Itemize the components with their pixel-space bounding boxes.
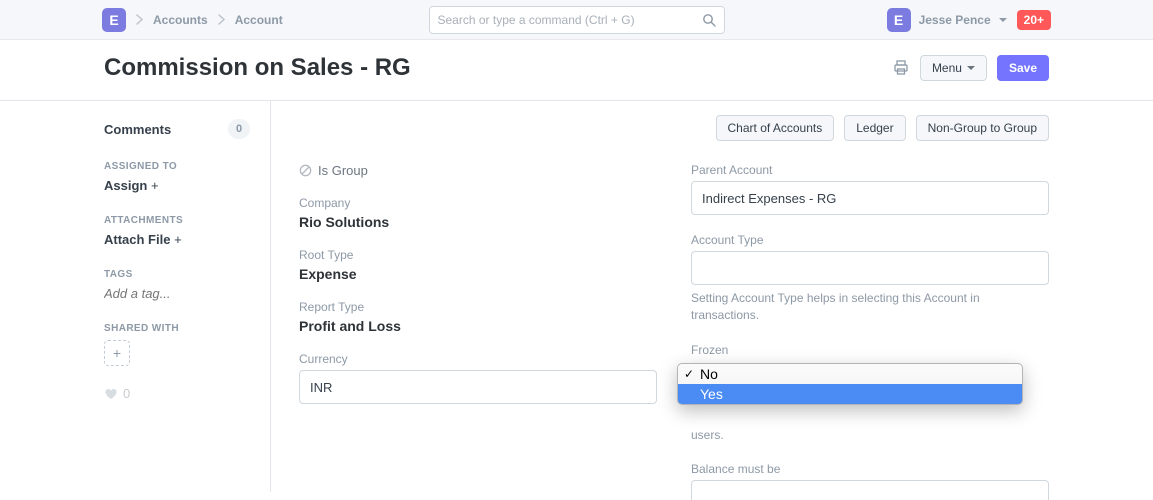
field-report-type: Report Type Profit and Loss <box>299 300 657 334</box>
option-label: No <box>700 366 718 382</box>
print-icon[interactable] <box>892 59 910 77</box>
balance-must-be-label: Balance must be <box>691 462 1049 476</box>
assigned-to-label: ASSIGNED TO <box>104 161 270 172</box>
field-parent-account: Parent Account <box>691 163 1049 215</box>
field-balance-must-be: Balance must be <box>691 462 1049 500</box>
comments-label: Comments <box>104 122 171 137</box>
save-button[interactable]: Save <box>997 55 1049 81</box>
search-container <box>429 6 725 34</box>
likes[interactable]: 0 <box>104 386 270 401</box>
user-name: Jesse Pence <box>919 13 991 27</box>
user-avatar: E <box>887 8 911 32</box>
form-grid: Is Group Company Rio Solutions Root Type… <box>299 163 1049 500</box>
frozen-label: Frozen <box>691 343 1049 357</box>
frozen-help-trailing: users. <box>691 427 1049 444</box>
body: Comments 0 ASSIGNED TO Assign + ATTACHME… <box>0 101 1153 492</box>
caret-down-icon <box>967 66 975 70</box>
field-company: Company Rio Solutions <box>299 196 657 230</box>
form-left-column: Is Group Company Rio Solutions Root Type… <box>299 163 657 500</box>
share-add-button[interactable]: + <box>104 340 130 366</box>
option-label: Yes <box>700 386 723 402</box>
currency-label: Currency <box>299 352 657 366</box>
assign-link-label: Assign <box>104 178 147 193</box>
balance-must-be-input[interactable] <box>691 480 1049 500</box>
chevron-right-icon <box>218 14 225 25</box>
frozen-option-yes[interactable]: Yes <box>678 384 1022 404</box>
search-icon <box>702 13 716 27</box>
shared-with-label: SHARED WITH <box>104 323 270 334</box>
field-account-type: Account Type Setting Account Type helps … <box>691 233 1049 325</box>
tags-input[interactable] <box>104 286 224 301</box>
notification-badge[interactable]: 20+ <box>1017 10 1051 30</box>
frozen-option-no[interactable]: ✓ No <box>678 364 1022 384</box>
breadcrumb-accounts[interactable]: Accounts <box>153 13 208 27</box>
attachments-label: ATTACHMENTS <box>104 215 270 226</box>
likes-count: 0 <box>123 386 130 401</box>
field-root-type: Root Type Expense <box>299 248 657 282</box>
account-type-help: Setting Account Type helps in selecting … <box>691 290 1049 325</box>
company-value: Rio Solutions <box>299 214 657 230</box>
checkmark-icon: ✓ <box>684 367 694 381</box>
field-currency: Currency <box>299 352 657 404</box>
root-type-label: Root Type <box>299 248 657 262</box>
root-type-value: Expense <box>299 266 657 282</box>
parent-account-label: Parent Account <box>691 163 1049 177</box>
plus-icon: + <box>174 232 182 247</box>
page-title: Commission on Sales - RG <box>104 54 411 82</box>
is-group-row: Is Group <box>299 163 657 178</box>
navbar: E Accounts Account E Jesse Pence 20+ <box>0 0 1153 40</box>
menu-button[interactable]: Menu <box>920 55 987 81</box>
account-type-input[interactable] <box>691 251 1049 285</box>
search-bar[interactable] <box>429 6 725 34</box>
plus-icon: + <box>151 178 159 193</box>
main-content: Chart of Accounts Ledger Non-Group to Gr… <box>270 101 1153 492</box>
frozen-dropdown: ✓ No Yes <box>677 363 1023 405</box>
parent-account-input[interactable] <box>691 181 1049 215</box>
report-type-label: Report Type <box>299 300 657 314</box>
tags-label: TAGS <box>104 269 270 280</box>
caret-down-icon <box>999 18 1007 22</box>
attach-file-button[interactable]: Attach File + <box>104 232 270 247</box>
menu-button-label: Menu <box>932 61 962 75</box>
title-bar: Commission on Sales - RG Menu Save <box>0 40 1153 101</box>
tab-ledger[interactable]: Ledger <box>844 115 905 141</box>
is-group-label: Is Group <box>318 163 368 178</box>
comments-count: 0 <box>228 119 250 139</box>
currency-input[interactable] <box>299 370 657 404</box>
sidebar: Comments 0 ASSIGNED TO Assign + ATTACHME… <box>0 101 270 492</box>
report-type-value: Profit and Loss <box>299 318 657 334</box>
tab-non-group-to-group[interactable]: Non-Group to Group <box>916 115 1049 141</box>
user-menu[interactable]: E Jesse Pence <box>887 8 1007 32</box>
heart-icon <box>104 387 118 400</box>
nav-right: E Jesse Pence 20+ <box>887 8 1051 32</box>
comments-header[interactable]: Comments 0 <box>104 119 270 139</box>
account-type-label: Account Type <box>691 233 1049 247</box>
breadcrumb-account[interactable]: Account <box>235 13 283 27</box>
form-right-column: Parent Account Account Type Setting Acco… <box>691 163 1049 500</box>
chevron-right-icon <box>136 14 143 25</box>
attach-file-label: Attach File <box>104 232 170 247</box>
document-tabs: Chart of Accounts Ledger Non-Group to Gr… <box>299 115 1049 141</box>
app-logo[interactable]: E <box>102 8 126 32</box>
tab-chart-of-accounts[interactable]: Chart of Accounts <box>716 115 835 141</box>
field-frozen: Frozen users. ✓ No Yes <box>691 343 1049 444</box>
search-input[interactable] <box>438 13 702 27</box>
assign-button[interactable]: Assign + <box>104 178 270 193</box>
unchecked-icon[interactable] <box>299 164 312 177</box>
title-actions: Menu Save <box>892 55 1049 81</box>
company-label: Company <box>299 196 657 210</box>
